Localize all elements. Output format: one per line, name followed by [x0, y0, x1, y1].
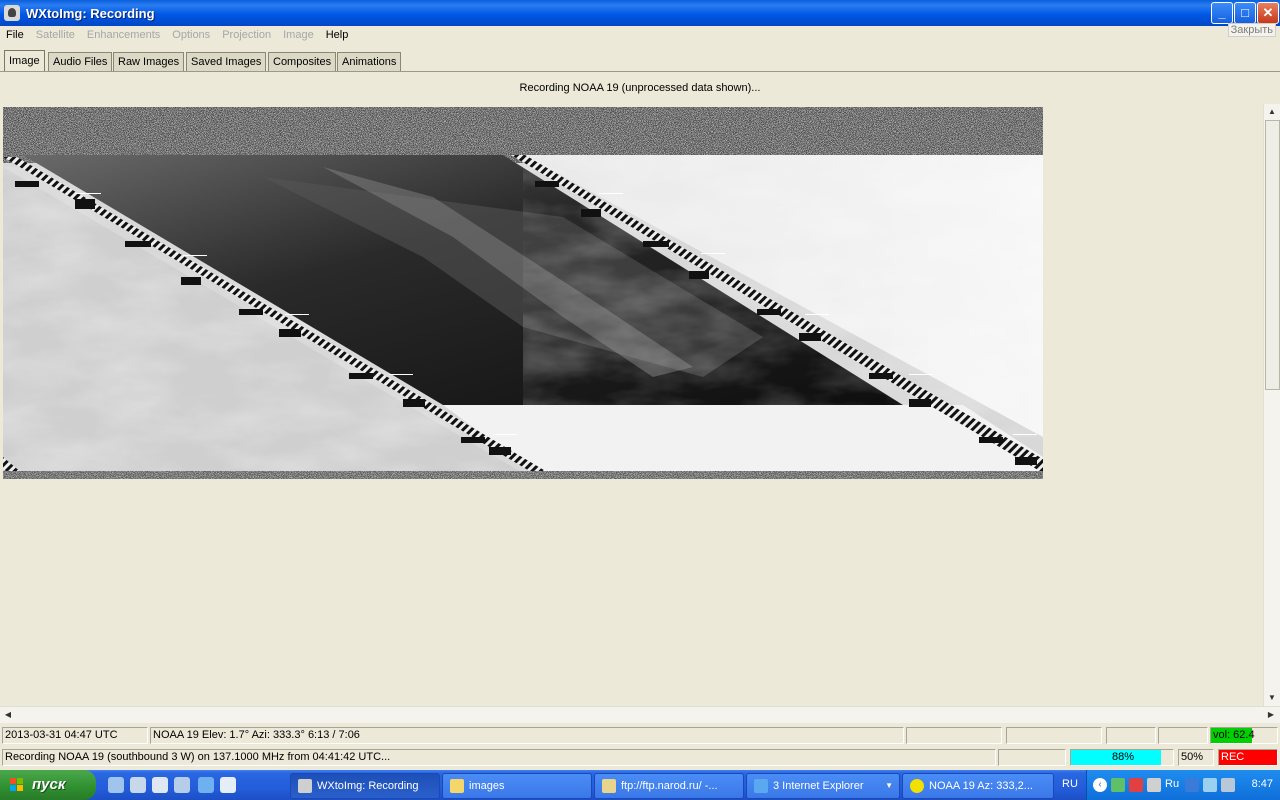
phone-icon[interactable] [1203, 778, 1217, 792]
signal-meter: 88% [1070, 749, 1174, 766]
zoom-field: 50% [1178, 749, 1214, 766]
wxtoimg-icon [298, 779, 312, 794]
vertical-scrollbar[interactable]: ▲ ▼ [1263, 104, 1280, 706]
start-button[interactable]: пуск [0, 770, 96, 800]
rec-indicator: REC [1218, 749, 1278, 766]
tray-language[interactable]: Ru [1165, 778, 1179, 790]
window-title: WXtoImg: Recording [26, 5, 155, 21]
scroll-left-icon[interactable]: ◀ [0, 707, 16, 723]
app-icon[interactable] [4, 5, 20, 21]
tab-raw-images[interactable]: Raw Images [113, 52, 185, 71]
menu-file[interactable]: File [0, 29, 30, 41]
status-cell-empty-5 [998, 749, 1066, 766]
scroll-right-icon[interactable]: ▶ [1263, 707, 1279, 723]
menu-help[interactable]: Help [320, 29, 355, 41]
title-bar: WXtoImg: Recording _ □ ✕ [0, 0, 1280, 26]
tab-strip: Image Audio Files Raw Images Saved Image… [0, 50, 1280, 72]
tab-image[interactable]: Image [4, 50, 45, 71]
antivirus-icon[interactable] [1129, 778, 1143, 792]
taskbar: пуск WXtoImg: Recording images ftp://ftp… [0, 770, 1280, 800]
task-internet-explorer-group[interactable]: 3 Internet Explorer ▼ [746, 773, 900, 799]
satellite-info-field: NOAA 19 Elev: 1.7° Azi: 333.3° 6:13 / 7:… [150, 727, 904, 744]
task-label: ftp://ftp.narod.ru/ -... [621, 780, 718, 792]
menu-image[interactable]: Image [277, 29, 320, 41]
status-cell-empty-4 [1158, 727, 1208, 744]
tab-composites[interactable]: Composites [268, 52, 337, 71]
horizontal-scrollbar[interactable]: ◀ ▶ [0, 706, 1280, 723]
recording-caption: Recording NOAA 19 (unprocessed data show… [519, 82, 761, 94]
volume-meter: vol: 62.4 [1210, 727, 1278, 744]
menu-satellite[interactable]: Satellite [30, 29, 81, 41]
ftp-icon [602, 779, 616, 794]
quicklaunch-ship-icon[interactable] [108, 777, 124, 793]
task-noaa-tracker[interactable]: NOAA 19 Az: 333,2... [902, 773, 1054, 799]
task-wxtoimg[interactable]: WXtoImg: Recording [290, 773, 440, 799]
status-cell-empty-1 [906, 727, 1002, 744]
quicklaunch-ie-icon[interactable] [198, 777, 214, 793]
menu-projection[interactable]: Projection [216, 29, 277, 41]
language-indicator[interactable]: RU [1062, 778, 1078, 790]
bluetooth-icon[interactable] [1185, 778, 1199, 792]
tab-saved-images[interactable]: Saved Images [186, 52, 267, 71]
maximize-button[interactable]: □ [1234, 2, 1256, 24]
quicklaunch-app-icon[interactable] [220, 777, 236, 793]
menu-enhancements[interactable]: Enhancements [81, 29, 166, 41]
task-label: NOAA 19 Az: 333,2... [929, 780, 1033, 792]
system-tray: ‹ Ru 8:47 [1086, 770, 1280, 800]
folder-icon [450, 779, 464, 794]
close-button[interactable]: ✕ [1257, 2, 1279, 24]
recording-status-message: Recording NOAA 19 (southbound 3 W) on 13… [2, 749, 996, 766]
group-dropdown-icon[interactable]: ▼ [885, 774, 893, 798]
status-cell-empty-2 [1006, 727, 1102, 744]
start-label: пуск [32, 776, 66, 793]
tab-audio-files[interactable]: Audio Files [48, 52, 113, 71]
datetime-field: 2013-03-31 04:47 UTC [2, 727, 148, 744]
tab-animations[interactable]: Animations [337, 52, 402, 71]
task-images-folder[interactable]: images [442, 773, 592, 799]
minimize-button[interactable]: _ [1211, 2, 1233, 24]
volume-icon[interactable] [1147, 778, 1161, 792]
vertical-scroll-thumb[interactable] [1265, 120, 1280, 390]
clock[interactable]: 8:47 [1252, 778, 1273, 790]
status-cell-empty-3 [1106, 727, 1156, 744]
ie-icon [754, 779, 768, 794]
tab-baseline [0, 71, 1280, 72]
status-row-1: 2013-03-31 04:47 UTC NOAA 19 Elev: 1.7° … [0, 725, 1280, 745]
scroll-down-icon[interactable]: ▼ [1264, 690, 1280, 706]
network-icon[interactable] [1111, 778, 1125, 792]
scroll-up-icon[interactable]: ▲ [1264, 104, 1280, 120]
satellite-image[interactable] [3, 107, 1043, 479]
task-label: 3 Internet Explorer [773, 780, 864, 792]
sun-icon [910, 779, 924, 794]
task-label: images [469, 780, 505, 792]
display-icon[interactable] [1221, 778, 1235, 792]
quicklaunch-plane-icon[interactable] [174, 777, 190, 793]
status-row-2: Recording NOAA 19 (southbound 3 W) on 13… [0, 747, 1280, 767]
task-label: WXtoImg: Recording [317, 780, 419, 792]
menu-options[interactable]: Options [166, 29, 216, 41]
task-ftp[interactable]: ftp://ftp.narod.ru/ -... [594, 773, 744, 799]
quicklaunch-network-icon[interactable] [130, 777, 146, 793]
menu-bar: File Satellite Enhancements Options Proj… [0, 26, 1280, 44]
quicklaunch-user-icon[interactable] [152, 777, 168, 793]
windows-flag-icon [10, 778, 24, 792]
tray-expand-icon[interactable]: ‹ [1093, 778, 1107, 792]
